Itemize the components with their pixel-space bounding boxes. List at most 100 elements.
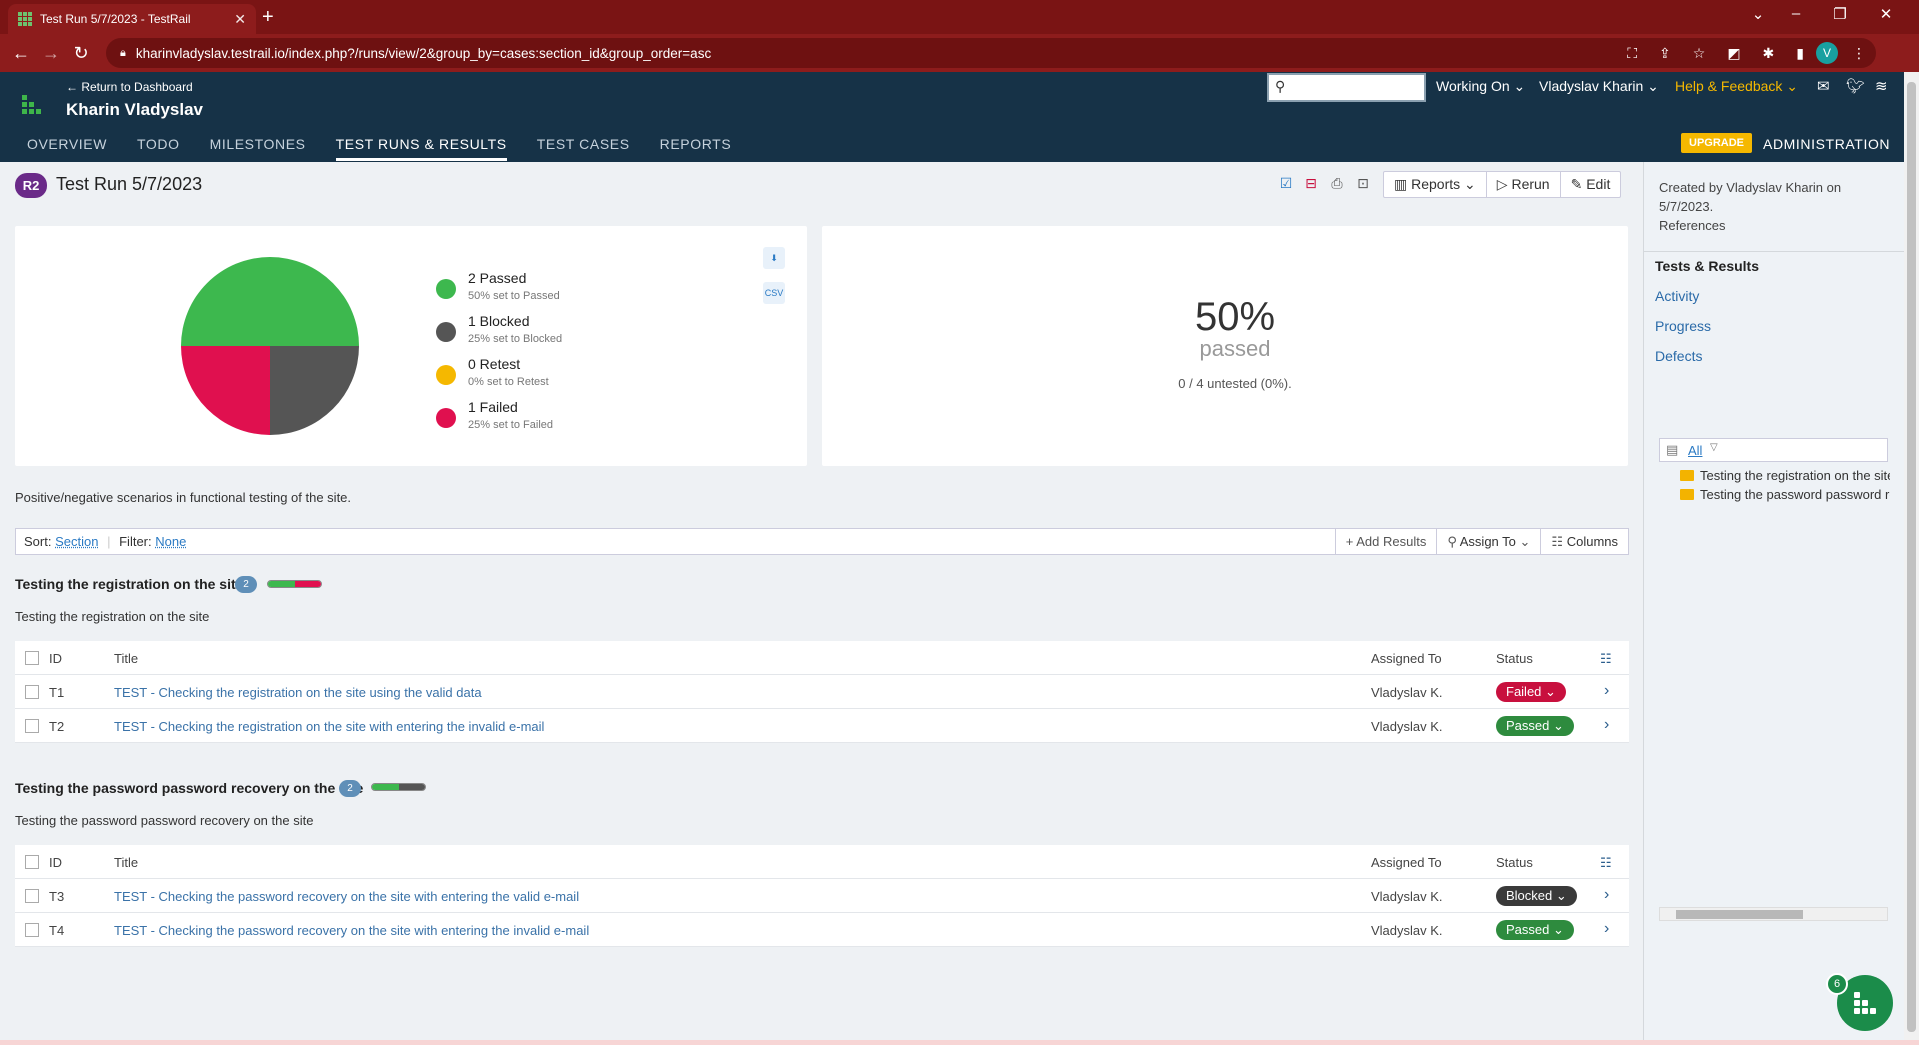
row-checkbox[interactable]: [25, 889, 39, 903]
caret-down-icon[interactable]: ▽: [1710, 442, 1718, 453]
testrail-logo-icon[interactable]: [22, 95, 41, 114]
test-title-link[interactable]: TEST - Checking the password recovery on…: [114, 923, 589, 938]
section-progress-bar: [371, 783, 426, 791]
sort-link[interactable]: Section: [55, 534, 98, 549]
test-title-link[interactable]: TEST - Checking the password recovery on…: [114, 889, 579, 904]
close-run-icon[interactable]: ⊟: [1302, 175, 1320, 193]
sidebar-link-tests-results[interactable]: Tests & Results: [1655, 258, 1759, 274]
tree-item[interactable]: Testing the password password recovery o…: [1680, 487, 1890, 502]
row-checkbox[interactable]: [25, 719, 39, 733]
status-dropdown[interactable]: Passed ⌄: [1496, 716, 1574, 736]
chevron-right-icon[interactable]: ›: [1604, 682, 1609, 700]
upgrade-button[interactable]: UPGRADE: [1681, 133, 1753, 153]
tab-overview[interactable]: OVERVIEW: [27, 136, 107, 161]
mark-complete-icon[interactable]: ☑: [1277, 175, 1295, 193]
lock-run-icon[interactable]: ⊡: [1354, 175, 1372, 193]
address-bar-row: ← → ↻ 🔒︎ kharinvladyslav.testrail.io/ind…: [0, 34, 1919, 72]
url-text[interactable]: kharinvladyslav.testrail.io/index.php?/r…: [136, 46, 1627, 61]
new-tab-icon[interactable]: +: [262, 6, 274, 29]
restore-icon[interactable]: ❐: [1820, 5, 1860, 23]
reports-button[interactable]: ▥ Reports ⌄: [1384, 172, 1487, 197]
return-to-dashboard-link[interactable]: ← Return to Dashboard: [66, 80, 193, 94]
add-results-button[interactable]: + Add Results: [1334, 529, 1437, 554]
table-row[interactable]: T4 TEST - Checking the password recovery…: [15, 913, 1629, 947]
col-status[interactable]: Status: [1496, 855, 1533, 870]
minimize-icon[interactable]: –: [1776, 5, 1816, 22]
references-label: References: [1659, 218, 1726, 233]
column-settings-icon[interactable]: ☷: [1600, 651, 1612, 667]
table-row[interactable]: T3 TEST - Checking the password recovery…: [15, 879, 1629, 913]
status-dropdown[interactable]: Passed ⌄: [1496, 920, 1574, 940]
tab-test-runs-results[interactable]: TEST RUNS & RESULTS: [335, 136, 507, 161]
url-bar[interactable]: 🔒︎ kharinvladyslav.testrail.io/index.php…: [106, 38, 1876, 68]
lock-icon[interactable]: 🔒︎: [120, 47, 126, 60]
sidebar-link-activity[interactable]: Activity: [1655, 288, 1699, 304]
sidepanel-icon[interactable]: ▮: [1796, 45, 1804, 62]
col-title[interactable]: Title: [114, 855, 138, 870]
columns-button[interactable]: ☷ Columns: [1540, 529, 1628, 554]
col-id[interactable]: ID: [49, 651, 62, 666]
plus-icon: +: [1345, 534, 1354, 549]
translate-icon[interactable]: ⛶: [1627, 45, 1637, 62]
mail-icon[interactable]: ✉: [1817, 77, 1830, 95]
sidebar-link-progress[interactable]: Progress: [1655, 318, 1711, 334]
status-dropdown[interactable]: Failed ⌄: [1496, 682, 1566, 702]
administration-link[interactable]: ADMINISTRATION: [1763, 136, 1890, 152]
tree-item[interactable]: Testing the registration on the site: [1680, 468, 1890, 483]
reload-icon[interactable]: ↻: [66, 43, 96, 64]
tab-reports[interactable]: REPORTS: [660, 136, 732, 161]
tree-all-link[interactable]: All: [1688, 443, 1702, 458]
download-chart-image-icon[interactable]: ⬇: [763, 247, 785, 269]
select-all-checkbox[interactable]: [25, 651, 39, 665]
chevron-right-icon[interactable]: ›: [1604, 886, 1609, 904]
print-icon[interactable]: ⎙: [1328, 175, 1346, 193]
close-tab-icon[interactable]: ✕: [234, 11, 246, 28]
select-all-checkbox[interactable]: [25, 855, 39, 869]
tree-horizontal-scrollbar[interactable]: [1659, 907, 1888, 921]
col-id[interactable]: ID: [49, 855, 62, 870]
table-row[interactable]: T1 TEST - Checking the registration on t…: [15, 675, 1629, 709]
help-feedback-menu[interactable]: Help & Feedback ⌄: [1675, 78, 1798, 95]
close-window-icon[interactable]: ✕: [1866, 5, 1906, 23]
filter-link[interactable]: None: [155, 534, 186, 549]
status-dropdown[interactable]: Blocked ⌄: [1496, 886, 1577, 906]
share-icon[interactable]: ⇪: [1659, 45, 1671, 62]
tab-todo[interactable]: TODO: [137, 136, 180, 161]
edit-button[interactable]: ✎ Edit: [1561, 172, 1621, 197]
section-tree-filter[interactable]: ▤ All ▽: [1659, 438, 1888, 462]
column-settings-icon[interactable]: ☷: [1600, 855, 1612, 871]
rss-icon[interactable]: ≋: [1875, 77, 1888, 95]
bookmark-star-icon[interactable]: ☆: [1693, 45, 1706, 62]
forward-icon[interactable]: →: [36, 43, 66, 64]
page-vertical-scrollbar[interactable]: [1904, 72, 1919, 1042]
download-csv-icon[interactable]: CSV: [763, 282, 785, 304]
tab-test-cases[interactable]: TEST CASES: [537, 136, 630, 161]
sidebar-link-defects[interactable]: Defects: [1655, 348, 1702, 364]
tab-search-icon[interactable]: ⌄: [1738, 5, 1778, 23]
col-assigned[interactable]: Assigned To: [1371, 855, 1442, 870]
puzzle-icon[interactable]: ✱: [1763, 45, 1775, 62]
test-title-link[interactable]: TEST - Checking the registration on the …: [114, 685, 482, 700]
browser-menu-icon[interactable]: ⋮: [1852, 45, 1866, 62]
table-row[interactable]: T2 TEST - Checking the registration on t…: [15, 709, 1629, 743]
user-menu[interactable]: Vladyslav Kharin ⌄: [1539, 78, 1659, 95]
chevron-right-icon[interactable]: ›: [1604, 716, 1609, 734]
twitter-icon[interactable]: 🐦︎: [1846, 77, 1865, 95]
row-checkbox[interactable]: [25, 923, 39, 937]
col-title[interactable]: Title: [114, 651, 138, 666]
header-search-input[interactable]: ⚲: [1267, 73, 1426, 102]
tab-milestones[interactable]: MILESTONES: [210, 136, 306, 161]
assign-to-button[interactable]: ⚲ Assign To ⌄: [1436, 529, 1540, 554]
extension-icon[interactable]: ◩: [1727, 45, 1740, 62]
test-id: T3: [49, 889, 65, 904]
row-checkbox[interactable]: [25, 685, 39, 699]
col-assigned[interactable]: Assigned To: [1371, 651, 1442, 666]
rerun-button[interactable]: ▷ Rerun: [1487, 172, 1561, 197]
chevron-right-icon[interactable]: ›: [1604, 920, 1609, 938]
back-icon[interactable]: ←: [6, 43, 36, 64]
test-title-link[interactable]: TEST - Checking the registration on the …: [114, 719, 544, 734]
browser-tab[interactable]: Test Run 5/7/2023 - TestRail ✕: [8, 4, 256, 34]
working-on-menu[interactable]: Working On ⌄: [1436, 78, 1525, 95]
col-status[interactable]: Status: [1496, 651, 1533, 666]
profile-avatar[interactable]: V: [1816, 42, 1838, 64]
